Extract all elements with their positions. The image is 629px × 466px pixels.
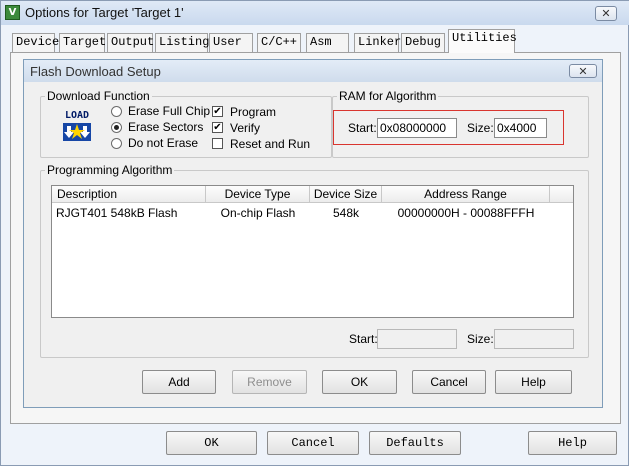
ok-button[interactable]: OK <box>166 431 257 455</box>
tab-linker[interactable]: Linker <box>354 33 401 52</box>
dialog-ok-button[interactable]: OK <box>322 370 397 394</box>
help-button[interactable]: Help <box>528 431 617 455</box>
download-function-legend: Download Function <box>47 89 150 103</box>
erase-sectors-radio[interactable] <box>111 122 122 133</box>
erase-sectors-label: Erase Sectors <box>128 120 204 134</box>
reset-and-run-checkbox[interactable] <box>212 138 223 149</box>
erase-full-chip-radio[interactable] <box>111 106 122 117</box>
window-title: Options for Target 'Target 1' <box>25 5 184 20</box>
table-row[interactable]: RJGT401 548kB Flash On-chip Flash 548k 0… <box>52 204 573 222</box>
tab-debug[interactable]: Debug <box>401 33 445 52</box>
close-window-button[interactable]: ✕ <box>595 6 617 21</box>
column-header-filler <box>550 186 573 203</box>
tab-c-cpp[interactable]: C/C++ <box>257 33 301 52</box>
dialog-title: Flash Download Setup <box>30 64 161 79</box>
reset-and-run-label: Reset and Run <box>230 137 311 151</box>
close-icon: ✕ <box>578 65 588 78</box>
defaults-button[interactable]: Defaults <box>369 431 461 455</box>
tab-utilities[interactable]: Utilities <box>448 29 517 53</box>
load-icon: LOAD <box>61 110 93 142</box>
tab-asm[interactable]: Asm <box>306 33 349 52</box>
close-dialog-button[interactable]: ✕ <box>569 64 597 78</box>
algorithm-table[interactable]: Description Device Type Device Size Addr… <box>51 185 574 318</box>
program-checkbox[interactable]: ✔ <box>212 106 223 117</box>
column-header-description[interactable]: Description <box>52 186 206 203</box>
remove-button[interactable]: Remove <box>232 370 307 394</box>
ram-start-input[interactable]: 0x08000000 <box>377 118 457 138</box>
do-not-erase-label: Do not Erase <box>128 136 199 150</box>
dialog-cancel-button[interactable]: Cancel <box>412 370 486 394</box>
verify-checkbox[interactable]: ✔ <box>212 122 223 133</box>
tab-output[interactable]: Output <box>107 33 154 52</box>
row-description: RJGT401 548kB Flash <box>56 206 178 220</box>
algorithm-size-label: Size: <box>467 332 494 346</box>
algorithm-start-label: Start: <box>349 332 378 346</box>
title-bar: V Options for Target 'Target 1' ✕ <box>1 1 629 25</box>
erase-full-chip-label: Erase Full Chip <box>128 104 211 118</box>
algorithm-start-input[interactable] <box>377 329 457 349</box>
algorithm-size-input[interactable] <box>494 329 574 349</box>
tab-target[interactable]: Target <box>59 33 106 52</box>
ram-start-label: Start: <box>348 121 377 135</box>
options-window: V Options for Target 'Target 1' ✕ Device… <box>0 0 629 466</box>
add-button[interactable]: Add <box>142 370 216 394</box>
program-label: Program <box>230 105 277 119</box>
do-not-erase-radio[interactable] <box>111 138 122 149</box>
dialog-title-bar: Flash Download Setup ✕ <box>24 60 602 82</box>
row-address-range: 00000000H - 00088FFFH <box>397 206 535 220</box>
column-header-device-type[interactable]: Device Type <box>206 186 310 203</box>
tab-user[interactable]: User <box>209 33 253 52</box>
column-header-device-size[interactable]: Device Size <box>310 186 382 203</box>
close-icon: ✕ <box>601 7 611 20</box>
verify-label: Verify <box>230 121 261 135</box>
cancel-button[interactable]: Cancel <box>267 431 359 455</box>
dialog-help-button[interactable]: Help <box>495 370 572 394</box>
row-device-size: 548k <box>332 206 360 220</box>
ram-size-input[interactable]: 0x4000 <box>494 118 547 138</box>
programming-algorithm-legend: Programming Algorithm <box>47 163 173 177</box>
column-header-address-range[interactable]: Address Range <box>382 186 550 203</box>
ram-size-label: Size: <box>467 121 494 135</box>
row-device-type: On-chip Flash <box>220 206 296 220</box>
tab-listing[interactable]: Listing <box>155 33 209 52</box>
ram-for-algorithm-legend: RAM for Algorithm <box>339 89 437 103</box>
tab-device[interactable]: Device <box>12 33 59 52</box>
app-icon: V <box>5 5 20 20</box>
